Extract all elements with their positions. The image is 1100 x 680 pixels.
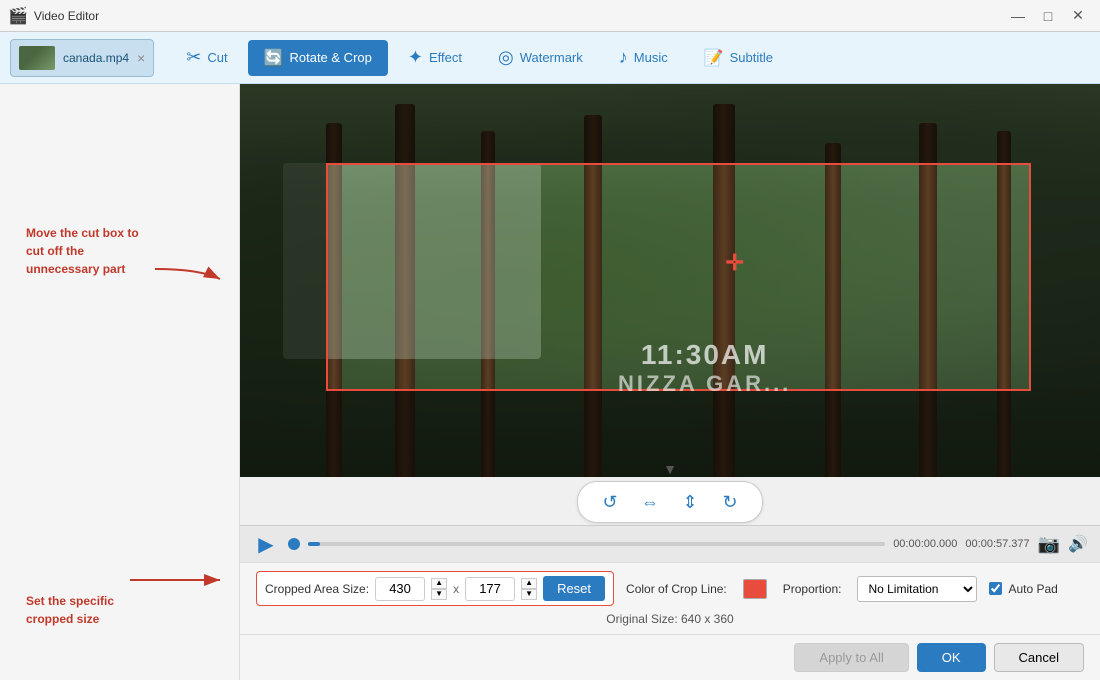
width-down-button[interactable]: ▼ xyxy=(431,589,447,600)
time-end: 00:00:57.377 xyxy=(965,538,1029,550)
progress-fill xyxy=(308,542,320,546)
volume-icon[interactable]: 🔊 xyxy=(1068,534,1088,554)
playback-bar: ▶ 00:00:00.000 00:00:57.377 📷 🔊 xyxy=(240,525,1100,562)
chevron-down-icon[interactable]: ▼ xyxy=(663,461,677,477)
width-up-button[interactable]: ▲ xyxy=(431,578,447,589)
original-size-label: Original Size: 640 x 360 xyxy=(606,612,733,626)
tab-music[interactable]: ♪ Music xyxy=(603,39,684,76)
autopad-row: Auto Pad xyxy=(989,582,1057,596)
crop-size-group: Cropped Area Size: ▲ ▼ x ▲ ▼ Reset xyxy=(256,571,614,606)
tab-bar: canada.mp4 × ✂ Cut 🔄 Rotate & Crop ✦ Eff… xyxy=(0,32,1100,84)
dimension-separator: x xyxy=(453,582,459,596)
crop-width-input[interactable] xyxy=(375,577,425,601)
rotate-icon: 🔄 xyxy=(264,48,284,68)
screenshot-icon[interactable]: 📷 xyxy=(1038,534,1060,555)
tab-rotate-crop-label: Rotate & Crop xyxy=(289,50,371,65)
tab-watermark[interactable]: ◎ Watermark xyxy=(482,39,599,76)
annotation-cropped-size: Set the specific cropped size xyxy=(26,592,156,628)
app-title: Video Editor xyxy=(34,9,99,23)
video-time: 11:30AM xyxy=(618,339,791,371)
tab-cut-label: Cut xyxy=(207,50,227,65)
time-start: 00:00:00.000 xyxy=(893,538,957,550)
video-controls-bar: ↺ ⇔ ⇕ ↻ xyxy=(240,477,1100,525)
video-preview: ✛ 11:30AM NIZZA GAR... ▼ xyxy=(240,84,1100,477)
width-spinner[interactable]: ▲ ▼ xyxy=(431,578,447,600)
crop-height-input[interactable] xyxy=(465,577,515,601)
crop-settings-row: Cropped Area Size: ▲ ▼ x ▲ ▼ Reset xyxy=(256,571,1084,606)
maximize-button[interactable]: □ xyxy=(1034,2,1062,30)
effect-icon: ✦ xyxy=(408,47,423,68)
tab-rotate-crop[interactable]: 🔄 Rotate & Crop xyxy=(248,40,388,76)
watermark-icon: ◎ xyxy=(498,47,514,68)
proportion-select[interactable]: No Limitation 16:9 4:3 1:1 9:16 xyxy=(857,576,977,602)
rotate-right-button[interactable]: ↻ xyxy=(714,486,746,518)
file-tab[interactable]: canada.mp4 × xyxy=(10,39,154,77)
ok-button[interactable]: OK xyxy=(917,643,986,672)
height-spinner[interactable]: ▲ ▼ xyxy=(521,578,537,600)
original-size-row: Original Size: 640 x 360 xyxy=(256,612,1084,626)
tab-music-label: Music xyxy=(634,50,668,65)
tab-watermark-label: Watermark xyxy=(520,50,583,65)
bottom-controls: Cropped Area Size: ▲ ▼ x ▲ ▼ Reset xyxy=(240,562,1100,634)
overlay-top xyxy=(240,84,1100,163)
color-crop-row: Color of Crop Line: Proportion: No Limit… xyxy=(626,576,977,602)
close-button[interactable]: ✕ xyxy=(1064,2,1092,30)
tab-effect-label: Effect xyxy=(429,50,462,65)
crop-crosshair: ✛ xyxy=(725,250,743,276)
autopad-checkbox[interactable] xyxy=(989,582,1002,595)
video-text-overlay: 11:30AM NIZZA GAR... xyxy=(618,339,791,397)
overlay-right xyxy=(1031,163,1100,391)
file-thumbnail xyxy=(19,46,55,70)
color-crop-label: Color of Crop Line: xyxy=(626,582,727,596)
annotation-cut-box: Move the cut box to cut off the unnecess… xyxy=(26,224,156,278)
color-swatch[interactable] xyxy=(743,579,767,599)
progress-thumb[interactable] xyxy=(288,538,300,550)
rotation-controls: ↺ ⇔ ⇕ ↻ xyxy=(577,481,763,523)
video-area: ✛ 11:30AM NIZZA GAR... ▼ ↺ ⇔ ⇕ ↻ ▶ xyxy=(240,84,1100,680)
overlay-left xyxy=(240,163,326,391)
rotate-left-button[interactable]: ↺ xyxy=(594,486,626,518)
file-name: canada.mp4 xyxy=(63,51,129,65)
progress-track[interactable] xyxy=(308,542,885,546)
minimize-button[interactable]: — xyxy=(1004,2,1032,30)
flip-horizontal-button[interactable]: ⇔ xyxy=(634,486,666,518)
subtitle-icon: 📝 xyxy=(704,48,724,68)
title-bar: 🎬 Video Editor — □ ✕ xyxy=(0,0,1100,32)
cut-icon: ✂ xyxy=(186,47,201,68)
footer-buttons: Apply to All OK Cancel xyxy=(240,634,1100,680)
video-location: NIZZA GAR... xyxy=(618,371,791,397)
music-icon: ♪ xyxy=(619,47,628,68)
window-controls: — □ ✕ xyxy=(1004,2,1092,30)
height-down-button[interactable]: ▼ xyxy=(521,589,537,600)
reset-button[interactable]: Reset xyxy=(543,576,605,601)
tab-subtitle[interactable]: 📝 Subtitle xyxy=(688,40,789,76)
tab-subtitle-label: Subtitle xyxy=(730,50,773,65)
play-button[interactable]: ▶ xyxy=(252,530,280,558)
proportion-label: Proportion: xyxy=(783,582,842,596)
tab-effect[interactable]: ✦ Effect xyxy=(392,39,478,76)
sidebar: Move the cut box to cut off the unnecess… xyxy=(0,84,240,680)
file-close-button[interactable]: × xyxy=(137,50,145,66)
flip-vertical-button[interactable]: ⇕ xyxy=(674,486,706,518)
apply-to-all-button[interactable]: Apply to All xyxy=(794,643,908,672)
crop-size-label: Cropped Area Size: xyxy=(265,582,369,596)
autopad-label: Auto Pad xyxy=(1008,582,1057,596)
app-icon: 🎬 xyxy=(8,6,28,26)
cancel-button[interactable]: Cancel xyxy=(994,643,1084,672)
height-up-button[interactable]: ▲ xyxy=(521,578,537,589)
main-layout: Move the cut box to cut off the unnecess… xyxy=(0,84,1100,680)
tab-cut[interactable]: ✂ Cut xyxy=(170,39,243,76)
